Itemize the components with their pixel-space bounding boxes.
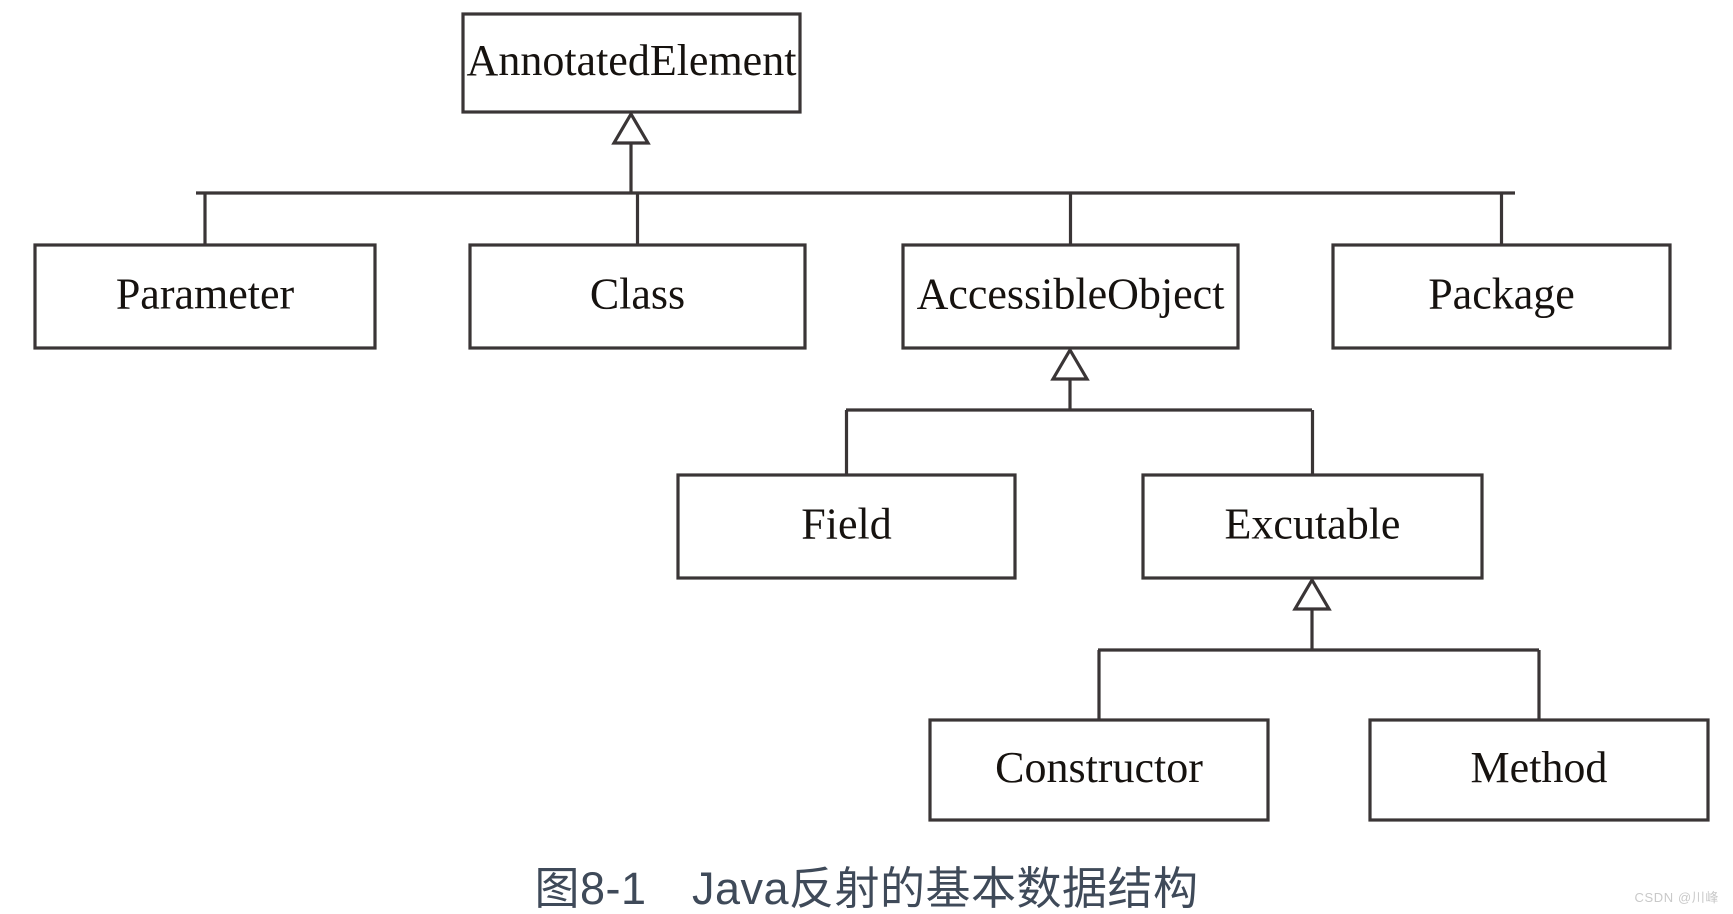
uml-class-name-class: Class (590, 270, 685, 319)
uml-class-name-constructor: Constructor (995, 743, 1203, 792)
uml-class-name-excutable: Excutable (1225, 500, 1401, 549)
connector-layer (196, 110, 1541, 720)
uml-class-box-parameter[interactable]: Parameter (33, 243, 377, 350)
diagram-canvas: AnnotatedElement Parameter Class Accessible… (0, 0, 1733, 914)
generalization-arrowhead-icon (611, 110, 651, 145)
generalization-arrowhead-icon (1292, 576, 1332, 611)
figure-caption: 图8-1 Java反射的基本数据结构 (534, 863, 1199, 914)
uml-class-box-excutable[interactable]: Excutable (1141, 473, 1484, 580)
node-layer: AnnotatedElement Parameter Class Accessible… (33, 12, 1710, 822)
uml-class-box-annotatedelement[interactable]: AnnotatedElement (461, 12, 802, 114)
watermark: CSDN @川峰 (1634, 890, 1719, 905)
uml-class-name-parameter: Parameter (116, 270, 295, 319)
generalization-connector (846, 346, 1312, 412)
uml-class-box-constructor[interactable]: Constructor (928, 718, 1270, 822)
uml-class-name-field: Field (801, 500, 891, 549)
uml-class-diagram: AnnotatedElement Parameter Class Accessible… (33, 12, 1710, 822)
uml-class-box-package[interactable]: Package (1331, 243, 1672, 350)
generalization-connector (1098, 576, 1539, 652)
uml-class-name-method: Method (1471, 743, 1608, 792)
uml-class-box-accessibleobject[interactable]: AccessibleObject (901, 243, 1240, 350)
uml-class-name-accessibleobject: AccessibleObject (917, 270, 1225, 319)
uml-class-box-class[interactable]: Class (468, 243, 807, 350)
generalization-connector (196, 110, 1515, 195)
generalization-arrowhead-icon (1050, 346, 1090, 381)
uml-class-name-annotatedelement: AnnotatedElement (467, 36, 797, 85)
uml-class-box-method[interactable]: Method (1368, 718, 1710, 822)
uml-class-box-field[interactable]: Field (676, 473, 1017, 580)
uml-class-name-package: Package (1428, 270, 1575, 319)
